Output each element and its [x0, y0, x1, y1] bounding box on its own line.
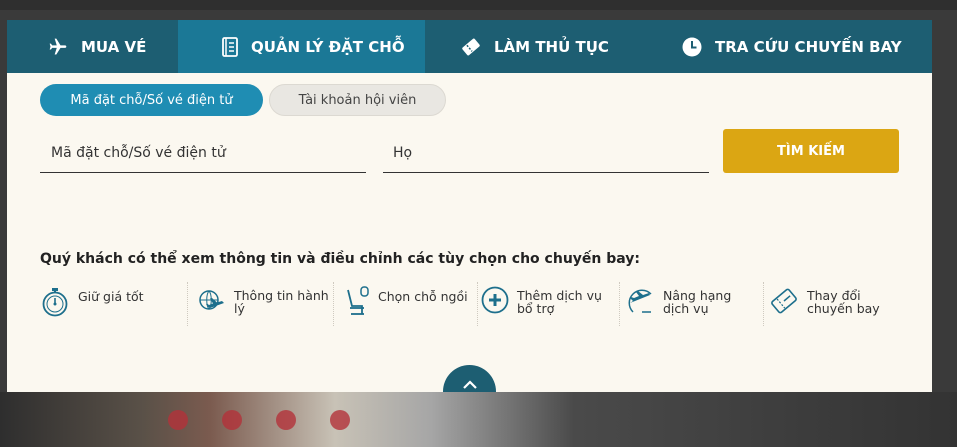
booking-widget: MUA VÉ QUẢN LÝ ĐẶT CHỖ LÀM THỦ TỤC TRA C… — [7, 20, 932, 392]
plus-circle-icon — [481, 286, 509, 316]
background-decoration — [222, 410, 242, 430]
clock-icon — [681, 36, 703, 58]
option-label: Chọn chỗ ngồi — [378, 289, 468, 304]
tab-bar: MUA VÉ QUẢN LÝ ĐẶT CHỖ LÀM THỦ TỤC TRA C… — [7, 20, 932, 73]
booking-code-placeholder: Mã đặt chỗ/Số vé điện tử — [51, 144, 226, 161]
last-name-input[interactable]: Họ — [383, 133, 709, 173]
tab-flight-status[interactable]: TRA CỨU CHUYẾN BAY — [625, 20, 932, 73]
collapse-button[interactable] — [443, 365, 496, 392]
upgrade-plane-icon — [625, 286, 655, 318]
option-seat-selection[interactable]: Chọn chỗ ngồi — [333, 282, 475, 326]
tab-check-in[interactable]: LÀM THỦ TỤC — [425, 20, 625, 73]
option-label: Giữ giá tốt — [78, 289, 144, 304]
booking-book-icon — [221, 36, 239, 57]
tab-label: LÀM THỦ TỤC — [494, 37, 609, 56]
option-add-services[interactable]: Thêm dịch vụ bổ trợ — [477, 282, 619, 326]
stopwatch-icon — [40, 286, 70, 320]
info-heading: Quý khách có thể xem thông tin và điều c… — [40, 251, 641, 267]
option-label: Thông tin hành lý — [234, 288, 329, 316]
tab-label: QUẢN LÝ ĐẶT CHỖ — [251, 37, 405, 56]
tab-manage-booking[interactable]: QUẢN LÝ ĐẶT CHỖ — [178, 20, 425, 73]
booking-code-toggle[interactable]: Mã đặt chỗ/Số vé điện tử — [40, 84, 263, 116]
background-decoration — [330, 410, 350, 430]
member-account-toggle[interactable]: Tài khoản hội viên — [269, 84, 446, 116]
browser-top-strip — [0, 0, 957, 10]
change-ticket-icon — [769, 286, 799, 318]
last-name-placeholder: Họ — [393, 144, 413, 161]
option-hold-fare[interactable]: Giữ giá tốt — [40, 282, 184, 326]
tab-buy-ticket[interactable]: MUA VÉ — [7, 20, 178, 73]
seat-icon — [342, 286, 370, 320]
background-decoration — [276, 410, 296, 430]
service-options: Giữ giá tốt Thông tin hành lý Chọn chỗ n… — [40, 282, 910, 326]
chevron-up-icon — [462, 375, 478, 392]
airplane-icon — [47, 37, 69, 57]
tab-label: MUA VÉ — [81, 37, 147, 56]
search-button[interactable]: TÌM KIẾM — [723, 129, 899, 173]
tab-label: TRA CỨU CHUYẾN BAY — [715, 37, 902, 56]
option-change-flight[interactable]: Thay đổi chuyến bay — [763, 282, 910, 326]
booking-code-input[interactable]: Mã đặt chỗ/Số vé điện tử — [40, 133, 366, 173]
background-banner — [0, 392, 957, 447]
ticket-icon — [460, 37, 482, 57]
option-label: Nâng hạng dịch vụ — [663, 288, 732, 316]
option-upgrade-service[interactable]: Nâng hạng dịch vụ — [619, 282, 761, 326]
background-decoration — [168, 410, 188, 430]
option-label: Thêm dịch vụ bổ trợ — [517, 288, 602, 316]
option-baggage-info[interactable]: Thông tin hành lý — [187, 282, 330, 326]
baggage-globe-icon — [196, 286, 226, 318]
option-label: Thay đổi chuyến bay — [807, 288, 880, 316]
